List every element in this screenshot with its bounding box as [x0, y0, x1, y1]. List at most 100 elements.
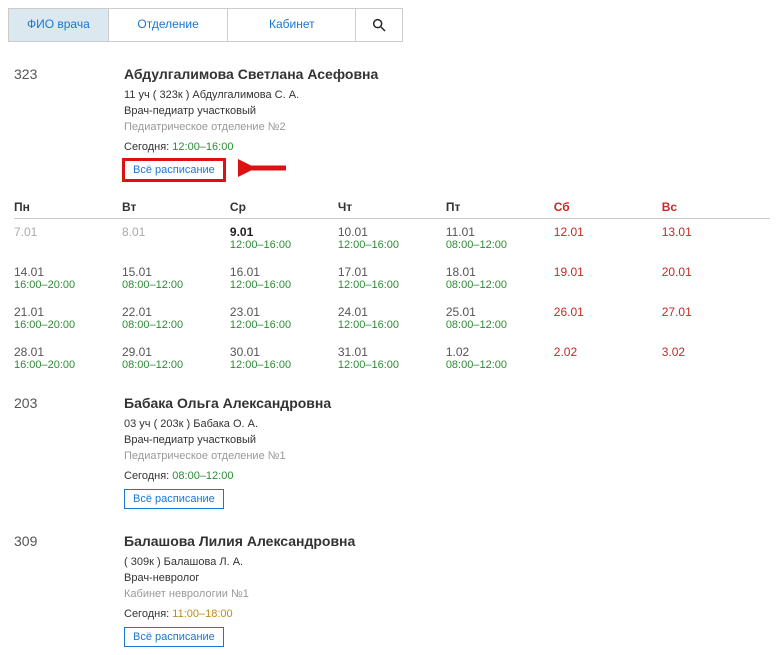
cell-slot: 12:00–16:00: [230, 279, 338, 291]
cell-date: 13.01: [662, 225, 770, 239]
tab-department[interactable]: Отделение: [109, 9, 229, 41]
doctor-role: Врач-педиатр участковый: [124, 104, 776, 120]
calendar-cell[interactable]: 14.01 16:00–20:00: [14, 265, 122, 291]
doctor-name: Балашова Лилия Александровна: [124, 533, 776, 549]
calendar-cell[interactable]: 2.02: [554, 345, 662, 371]
cell-slot: 12:00–16:00: [230, 359, 338, 371]
day-header: Пн: [14, 200, 122, 214]
cell-date: 24.01: [338, 305, 446, 319]
calendar-cell[interactable]: 30.01 12:00–16:00: [230, 345, 338, 371]
calendar-cell[interactable]: 1.02 08:00–12:00: [446, 345, 554, 371]
arrow-annotation: [238, 157, 288, 182]
cell-date: 10.01: [338, 225, 446, 239]
room-number: 309: [14, 533, 124, 647]
room-number: 323: [14, 66, 124, 182]
doctor-department: Педиатрическое отделение №1: [124, 449, 776, 465]
cell-date: 25.01: [446, 305, 554, 319]
cell-slot: 12:00–16:00: [338, 239, 446, 251]
cell-date: 26.01: [554, 305, 662, 319]
cell-slot: 16:00–20:00: [14, 359, 122, 371]
tab-search[interactable]: [356, 9, 402, 41]
calendar-cell[interactable]: 7.01: [14, 225, 122, 251]
today-time: 11:00–18:00: [172, 608, 232, 620]
day-header: Сб: [554, 200, 662, 214]
cell-date: 28.01: [14, 345, 122, 359]
calendar-cell[interactable]: 15.01 08:00–12:00: [122, 265, 230, 291]
calendar-cell[interactable]: 19.01: [554, 265, 662, 291]
cell-slot: 08:00–12:00: [122, 279, 230, 291]
calendar-cell[interactable]: 12.01: [554, 225, 662, 251]
today-time: 08:00–12:00: [172, 470, 233, 482]
calendar-cell[interactable]: 13.01: [662, 225, 770, 251]
cell-slot: 08:00–12:00: [446, 319, 554, 331]
day-header: Вс: [662, 200, 770, 214]
cell-date: 14.01: [14, 265, 122, 279]
calendar-cell[interactable]: 23.01 12:00–16:00: [230, 305, 338, 331]
cell-slot: 08:00–12:00: [446, 239, 554, 251]
calendar-cell[interactable]: 18.01 08:00–12:00: [446, 265, 554, 291]
full-schedule-button[interactable]: Всё расписание: [124, 627, 224, 647]
cell-date: 7.01: [14, 225, 122, 239]
cell-slot: 16:00–20:00: [14, 279, 122, 291]
doctor-card: 323 Абдулгалимова Светлана Асефовна 11 у…: [8, 66, 776, 182]
calendar-cell[interactable]: 28.01 16:00–20:00: [14, 345, 122, 371]
calendar-cell[interactable]: 25.01 08:00–12:00: [446, 305, 554, 331]
calendar-cell[interactable]: 26.01: [554, 305, 662, 331]
calendar-cell[interactable]: 22.01 08:00–12:00: [122, 305, 230, 331]
calendar-cell[interactable]: 24.01 12:00–16:00: [338, 305, 446, 331]
cell-slot: 12:00–16:00: [230, 319, 338, 331]
cell-date: 8.01: [122, 225, 230, 239]
calendar-cell[interactable]: 9.01 12:00–16:00: [230, 225, 338, 251]
calendar: ПнВтСрЧтПтСбВс 7.01 8.01 9.01 12:00–16:0…: [8, 200, 776, 371]
calendar-week: 28.01 16:00–20:00 29.01 08:00–12:00 30.0…: [14, 345, 770, 371]
cell-date: 23.01: [230, 305, 338, 319]
cell-date: 2.02: [554, 345, 662, 359]
doctor-card: 203 Бабака Ольга Александровна 03 уч ( 2…: [8, 395, 776, 509]
calendar-cell[interactable]: 29.01 08:00–12:00: [122, 345, 230, 371]
cell-date: 9.01: [230, 225, 338, 239]
cell-slot: 12:00–16:00: [338, 319, 446, 331]
doctor-name: Бабака Ольга Александровна: [124, 395, 776, 411]
doctor-name: Абдулгалимова Светлана Асефовна: [124, 66, 776, 82]
calendar-week: 14.01 16:00–20:00 15.01 08:00–12:00 16.0…: [14, 265, 770, 291]
cell-date: 1.02: [446, 345, 554, 359]
tab-cabinet[interactable]: Кабинет: [228, 9, 356, 41]
calendar-header: ПнВтСрЧтПтСбВс: [14, 200, 770, 219]
tab-doctor-name[interactable]: ФИО врача: [9, 9, 109, 41]
cell-date: 22.01: [122, 305, 230, 319]
doctor-sub: 03 уч ( 203к ) Бабака О. А.: [124, 417, 776, 433]
calendar-cell[interactable]: 11.01 08:00–12:00: [446, 225, 554, 251]
cell-slot: 08:00–12:00: [446, 279, 554, 291]
cell-date: 12.01: [554, 225, 662, 239]
room-number: 203: [14, 395, 124, 509]
calendar-cell[interactable]: 16.01 12:00–16:00: [230, 265, 338, 291]
cell-date: 11.01: [446, 225, 554, 239]
doctor-sub: 11 уч ( 323к ) Абдулгалимова С. А.: [124, 88, 776, 104]
doctor-role: Врач-невролог: [124, 571, 776, 587]
cell-date: 15.01: [122, 265, 230, 279]
full-schedule-button[interactable]: Всё расписание: [124, 489, 224, 509]
cell-slot: 08:00–12:00: [122, 359, 230, 371]
calendar-cell[interactable]: 8.01: [122, 225, 230, 251]
calendar-cell[interactable]: 20.01: [662, 265, 770, 291]
day-header: Чт: [338, 200, 446, 214]
calendar-cell[interactable]: 10.01 12:00–16:00: [338, 225, 446, 251]
cell-date: 20.01: [662, 265, 770, 279]
calendar-cell[interactable]: 17.01 12:00–16:00: [338, 265, 446, 291]
cell-date: 18.01: [446, 265, 554, 279]
calendar-cell[interactable]: 31.01 12:00–16:00: [338, 345, 446, 371]
doctor-sub: ( 309к ) Балашова Л. А.: [124, 555, 776, 571]
cell-slot: 08:00–12:00: [446, 359, 554, 371]
full-schedule-button[interactable]: Всё расписание: [124, 160, 224, 180]
today-label: Сегодня:: [124, 608, 169, 620]
calendar-week: 21.01 16:00–20:00 22.01 08:00–12:00 23.0…: [14, 305, 770, 331]
calendar-cell[interactable]: 27.01: [662, 305, 770, 331]
cell-slot: 16:00–20:00: [14, 319, 122, 331]
cell-date: 17.01: [338, 265, 446, 279]
cell-date: 19.01: [554, 265, 662, 279]
calendar-cell[interactable]: 3.02: [662, 345, 770, 371]
doctor-role: Врач-педиатр участковый: [124, 433, 776, 449]
cell-slot: 08:00–12:00: [122, 319, 230, 331]
calendar-cell[interactable]: 21.01 16:00–20:00: [14, 305, 122, 331]
today-label: Сегодня:: [124, 470, 169, 482]
